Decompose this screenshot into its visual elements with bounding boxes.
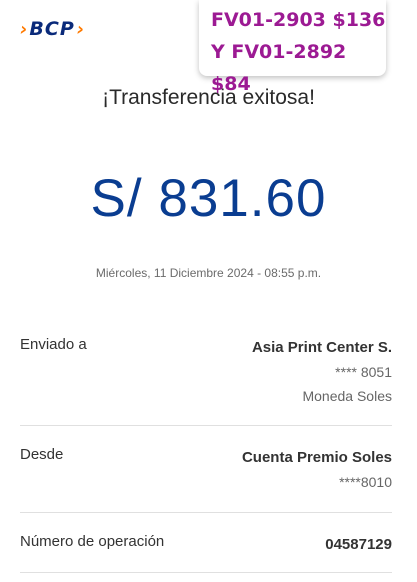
logo-chevron-right-icon: ›: [76, 18, 85, 40]
divider: [20, 425, 392, 426]
from-label: Desde: [20, 446, 64, 463]
bcp-logo: › BCP ›: [20, 18, 84, 40]
transfer-datetime: Miércoles, 11 Diciembre 2024 - 08:55 p.m…: [95, 266, 322, 280]
divider: [20, 572, 392, 573]
operation-label: Número de operación: [20, 533, 165, 550]
logo-chevron-left-icon: ›: [20, 18, 28, 40]
source-account-name: Cuenta Premio Soles: [241, 449, 392, 466]
sent-to-row: Enviado a Asia Print Center S. **** 8051…: [20, 336, 392, 416]
note-line-1: FV01-2903 $136: [211, 9, 386, 31]
recipient-currency: Moneda Soles: [302, 388, 392, 404]
logo-brand-text: BCP: [29, 18, 75, 40]
transfer-amount: S/ 831.60: [90, 169, 327, 228]
from-values: Cuenta Premio Soles ****8010: [242, 446, 392, 494]
operation-number: 04587129: [325, 536, 392, 553]
sent-to-label: Enviado a: [20, 336, 87, 353]
operation-values: 04587129: [325, 533, 392, 557]
invoice-note-overlay: FV01-2903 $136 Y FV01-2892 $84: [199, 0, 386, 95]
source-account-number: ****8010: [339, 474, 392, 490]
from-row: Desde Cuenta Premio Soles ****8010: [20, 446, 392, 502]
recipient-name: Asia Print Center S.: [251, 339, 392, 356]
success-title: ¡Transferencia exitosa!: [102, 86, 315, 109]
divider: [20, 512, 392, 513]
sent-to-values: Asia Print Center S. **** 8051 Moneda So…: [252, 336, 392, 408]
operation-row: Número de operación 04587129: [20, 533, 392, 559]
recipient-account: **** 8051: [335, 364, 392, 380]
